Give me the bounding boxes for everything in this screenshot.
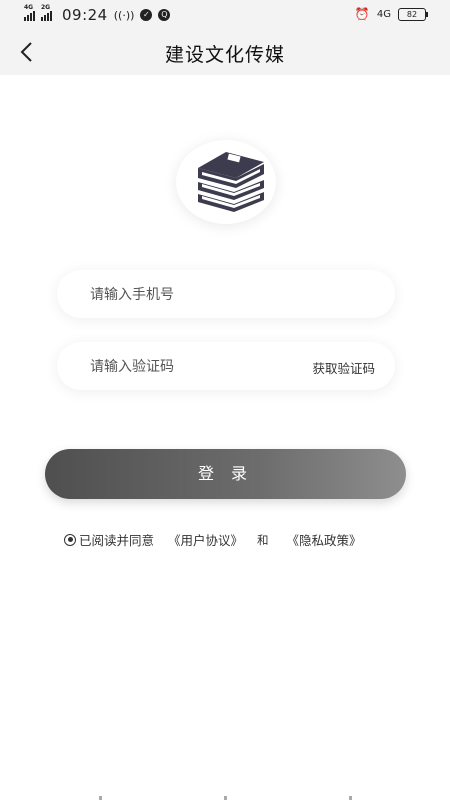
clock: 09:24 [62, 6, 108, 24]
code-input[interactable] [88, 342, 282, 392]
nav-indicator [224, 796, 227, 800]
status-left: 4G 2G 09:24 ((·)) ✓ Q [24, 4, 171, 24]
network-type-label: 4G [24, 4, 34, 11]
signal-icon: 4G [24, 4, 35, 21]
code-field[interactable]: 获取验证码 [57, 342, 395, 392]
login-button[interactable]: 登 录 [45, 449, 406, 499]
phone-input[interactable] [88, 270, 382, 320]
page-title: 建设文化传媒 [164, 44, 285, 66]
phone-field[interactable] [57, 270, 395, 320]
notification-icon: ✓ [140, 9, 153, 21]
chat-icon: Q [158, 9, 171, 21]
user-agreement-link[interactable]: 《用户协议》 [168, 530, 243, 549]
network-type-label: 2G [41, 4, 51, 11]
books-icon [198, 152, 264, 212]
agreement-and: 和 [257, 532, 269, 547]
agreement-prefix: 已阅读并同意 [79, 533, 155, 548]
nav-bar: 建设文化传媒 [0, 30, 450, 75]
signal-icon: 2G [41, 4, 52, 21]
status-right: ⏰ 4G 82 [354, 7, 428, 21]
privacy-policy-link[interactable]: 《隐私政策》 [287, 530, 362, 549]
mobile-network-label: 4G [376, 8, 391, 20]
agree-radio[interactable] [64, 533, 76, 546]
hotspot-icon: ((·)) [113, 8, 135, 22]
agreement-row: 已阅读并同意 《用户协议》 和 《隐私政策》 [64, 530, 362, 549]
get-code-button[interactable]: 获取验证码 [312, 358, 375, 377]
alarm-icon: ⏰ [354, 7, 370, 21]
status-bar: 4G 2G 09:24 ((·)) ✓ Q ⏰ 4G 82 [0, 0, 450, 30]
nav-indicator [349, 796, 352, 800]
nav-indicator [99, 796, 102, 800]
battery-icon: 82 [398, 7, 428, 21]
battery-level: 82 [406, 9, 418, 19]
app-logo [176, 140, 276, 224]
